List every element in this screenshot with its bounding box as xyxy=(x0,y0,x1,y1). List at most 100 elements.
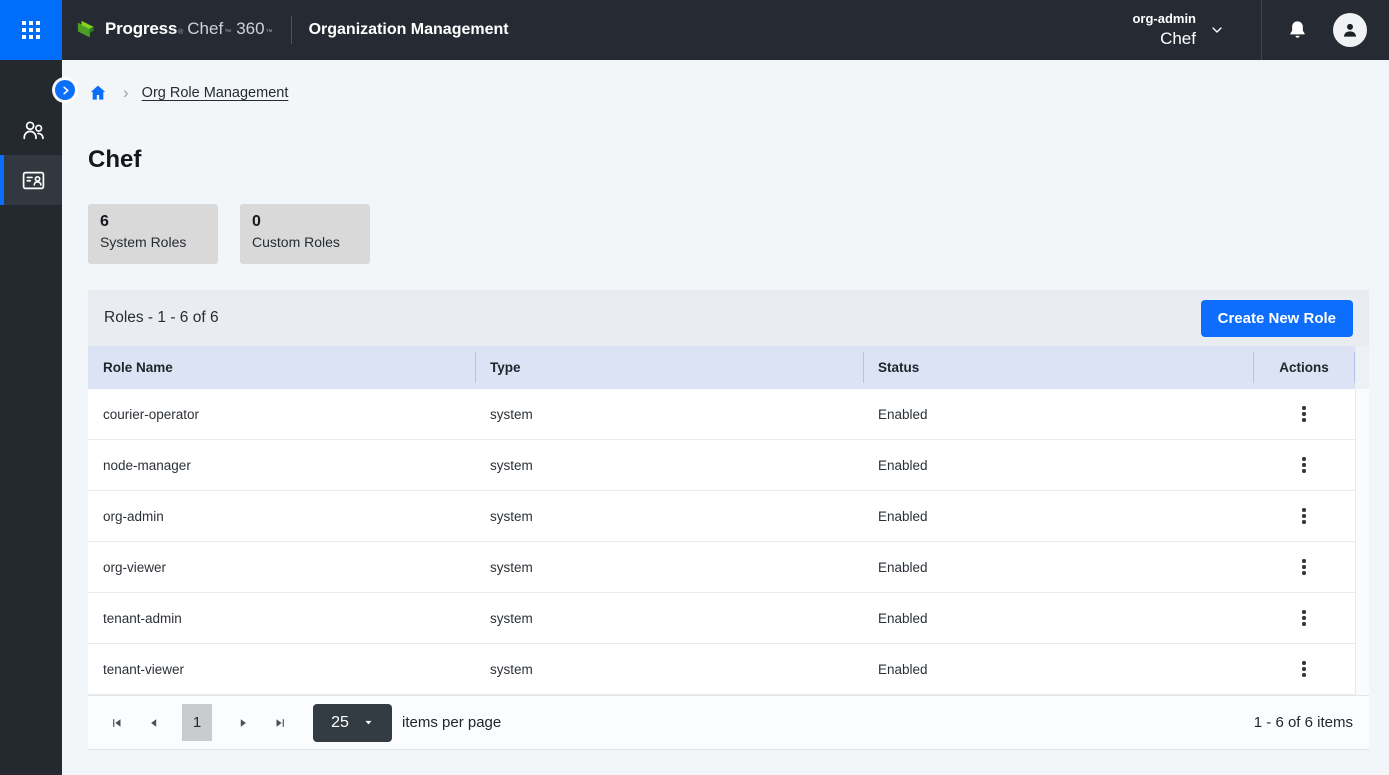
row-actions-cell xyxy=(1253,400,1355,427)
role-name-cell: tenant-admin xyxy=(88,611,475,626)
role-type-cell: system xyxy=(475,407,863,422)
progress-logo-icon xyxy=(76,19,98,41)
role-status-cell: Enabled xyxy=(863,407,1253,422)
table-row: tenant-adminsystemEnabled xyxy=(88,593,1355,644)
app-title: Organization Management xyxy=(309,21,509,39)
row-actions-menu-button[interactable] xyxy=(1296,451,1311,478)
stat-card-custom-roles: 0 Custom Roles xyxy=(240,204,370,264)
first-page-button[interactable] xyxy=(104,710,130,736)
kebab-menu-icon xyxy=(1302,622,1305,625)
sidebar-item-users[interactable] xyxy=(0,105,62,155)
bell-icon xyxy=(1286,19,1309,42)
kebab-menu-icon xyxy=(1302,418,1305,421)
last-page-icon xyxy=(273,716,287,730)
role-name-cell: org-admin xyxy=(88,509,475,524)
custom-roles-count: 0 xyxy=(252,212,358,232)
expand-chevron-icon xyxy=(60,85,71,96)
row-actions-menu-button[interactable] xyxy=(1296,502,1311,529)
kebab-menu-icon xyxy=(1302,673,1305,676)
kebab-menu-icon xyxy=(1302,610,1305,613)
chevron-down-icon xyxy=(1209,22,1225,38)
table-row: courier-operatorsystemEnabled xyxy=(88,389,1355,440)
custom-roles-label: Custom Roles xyxy=(252,232,358,252)
brand-suffix-mark: ™ xyxy=(266,29,273,36)
current-page-button[interactable]: 1 xyxy=(182,704,212,741)
kebab-menu-icon xyxy=(1302,571,1305,574)
row-actions-menu-button[interactable] xyxy=(1296,655,1311,682)
row-actions-menu-button[interactable] xyxy=(1296,400,1311,427)
kebab-menu-icon xyxy=(1302,520,1305,523)
brand-suffix-text: 360 xyxy=(236,19,264,39)
brand-chef-text: Chef xyxy=(187,19,223,39)
brand-logo: Progress®Chef™360™ xyxy=(76,19,274,41)
table-row: node-managersystemEnabled xyxy=(88,440,1355,491)
role-status-cell: Enabled xyxy=(863,611,1253,626)
account-avatar-button[interactable] xyxy=(1333,13,1367,47)
breadcrumb-home-link[interactable] xyxy=(88,83,108,103)
prev-page-icon xyxy=(147,716,161,730)
roles-panel-header: Roles - 1 - 6 of 6 Create New Role xyxy=(88,290,1369,346)
breadcrumb-current-link[interactable]: Org Role Management xyxy=(142,85,289,101)
user-role-label: org-admin xyxy=(1132,11,1196,27)
pagination-bar: 1 25 items per page 1 - 6 of 6 items xyxy=(88,695,1369,750)
column-header-actions: Actions xyxy=(1253,346,1355,389)
role-type-cell: system xyxy=(475,560,863,575)
kebab-menu-icon xyxy=(1302,661,1305,664)
next-page-button[interactable] xyxy=(230,710,256,736)
column-header-role-name: Role Name xyxy=(88,346,475,389)
sidebar-expand-button[interactable] xyxy=(55,80,75,100)
kebab-menu-icon xyxy=(1302,565,1305,568)
kebab-menu-icon xyxy=(1302,514,1305,517)
previous-page-button[interactable] xyxy=(141,710,167,736)
table-scrollbar[interactable] xyxy=(1355,346,1369,695)
role-name-cell: org-viewer xyxy=(88,560,475,575)
role-name-cell: tenant-viewer xyxy=(88,662,475,677)
page-title: Chef xyxy=(88,146,1369,174)
items-per-page-label: items per page xyxy=(402,714,501,731)
kebab-menu-icon xyxy=(1302,667,1305,670)
avatar-icon xyxy=(1340,20,1360,40)
header-divider xyxy=(291,16,292,44)
last-page-button[interactable] xyxy=(267,710,293,736)
row-actions-cell xyxy=(1253,502,1355,529)
user-menu[interactable]: org-admin Chef xyxy=(1132,11,1196,49)
user-menu-toggle-button[interactable] xyxy=(1209,22,1225,38)
row-actions-cell xyxy=(1253,451,1355,478)
table-scrollbar-thumb[interactable] xyxy=(1356,346,1369,389)
stats-row: 6 System Roles 0 Custom Roles xyxy=(88,204,1369,264)
row-actions-menu-button[interactable] xyxy=(1296,604,1311,631)
header-right-divider xyxy=(1261,0,1262,60)
left-sidebar xyxy=(0,60,62,775)
sidebar-item-org-roles[interactable] xyxy=(0,155,62,205)
roles-table-header: Role Name Type Status Actions xyxy=(88,346,1355,389)
notifications-button[interactable] xyxy=(1286,19,1309,42)
row-actions-menu-button[interactable] xyxy=(1296,553,1311,580)
kebab-menu-icon xyxy=(1302,559,1305,562)
app-launcher-button[interactable] xyxy=(0,0,62,60)
kebab-menu-icon xyxy=(1302,457,1305,460)
row-actions-cell xyxy=(1253,553,1355,580)
kebab-menu-icon xyxy=(1302,616,1305,619)
system-roles-label: System Roles xyxy=(100,232,206,252)
role-status-cell: Enabled xyxy=(863,509,1253,524)
table-row: tenant-viewersystemEnabled xyxy=(88,644,1355,695)
role-name-cell: node-manager xyxy=(88,458,475,473)
kebab-menu-icon xyxy=(1302,508,1305,511)
role-status-cell: Enabled xyxy=(863,560,1253,575)
column-header-status: Status xyxy=(863,346,1253,389)
next-page-icon xyxy=(236,716,250,730)
row-actions-cell xyxy=(1253,655,1355,682)
header-right-group: org-admin Chef xyxy=(1132,0,1389,60)
roles-table-body: courier-operatorsystemEnablednode-manage… xyxy=(88,389,1355,695)
kebab-menu-icon xyxy=(1302,463,1305,466)
home-icon xyxy=(88,83,108,103)
roles-table: Role Name Type Status Actions courier-op… xyxy=(88,346,1355,695)
role-type-cell: system xyxy=(475,611,863,626)
kebab-menu-icon xyxy=(1302,406,1305,409)
items-per-page-select[interactable]: 25 xyxy=(313,704,392,742)
role-status-cell: Enabled xyxy=(863,458,1253,473)
stat-card-system-roles: 6 System Roles xyxy=(88,204,218,264)
role-status-cell: Enabled xyxy=(863,662,1253,677)
create-new-role-button[interactable]: Create New Role xyxy=(1201,300,1353,337)
items-per-page-value: 25 xyxy=(331,714,349,732)
